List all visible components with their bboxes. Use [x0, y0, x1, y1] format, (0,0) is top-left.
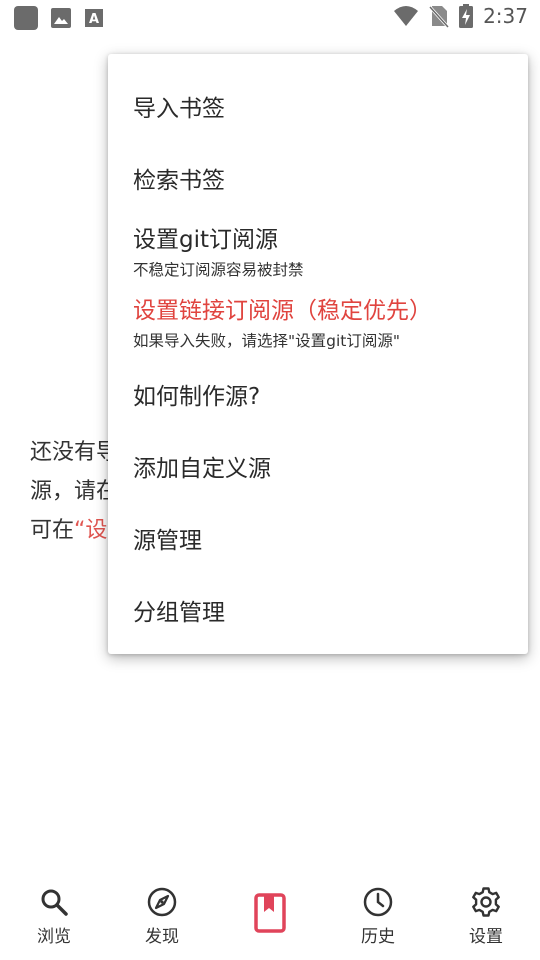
popup-menu: 导入书签 检索书签 设置git订阅源 不稳定订阅源容易被封禁 设置链接订阅源（稳… [108, 54, 528, 654]
svg-text:A: A [89, 12, 99, 27]
settings-link[interactable]: “设 [74, 518, 107, 543]
status-time: 2:37 [483, 4, 528, 28]
bottom-navigation: 浏览 发现 历史 设置 [0, 872, 540, 960]
search-icon [41, 889, 68, 916]
nav-label: 设置 [469, 927, 503, 947]
nav-label: 浏览 [37, 927, 71, 947]
menu-item-import-bookmarks[interactable]: 导入书签 [133, 89, 518, 123]
menu-item-label: 导入书签 [133, 96, 225, 122]
nav-bookmarks[interactable] [230, 892, 310, 938]
menu-item-label: 源管理 [133, 528, 202, 554]
menu-item-label: 分组管理 [133, 600, 225, 626]
menu-item-how-to-make-source[interactable]: 如何制作源? [133, 377, 518, 411]
menu-item-label: 设置git订阅源 [133, 227, 279, 253]
clock-icon [363, 887, 393, 917]
menu-item-group-management[interactable]: 分组管理 [133, 593, 518, 627]
nav-settings[interactable]: 设置 [446, 886, 526, 947]
empty-line-3-prefix: 可在 [30, 518, 75, 543]
menu-item-label: 添加自定义源 [133, 456, 271, 482]
menu-item-sublabel: 不稳定订阅源容易被封禁 [133, 261, 304, 279]
battery-charging-icon [459, 4, 474, 28]
gear-icon [472, 887, 500, 917]
menu-item-add-custom-source[interactable]: 添加自定义源 [133, 449, 518, 483]
nav-browse[interactable]: 浏览 [14, 886, 94, 947]
menu-item-label: 检索书签 [133, 168, 225, 194]
nav-label: 发现 [145, 927, 179, 947]
no-sim-icon [429, 5, 450, 28]
status-right: 2:37 [393, 4, 528, 28]
menu-item-source-management[interactable]: 源管理 [133, 521, 518, 555]
menu-item-label: 设置链接订阅源（稳定优先） [133, 298, 432, 324]
font-icon: A [85, 9, 103, 27]
bookmark-icon [254, 893, 286, 933]
app-square-icon [14, 6, 38, 30]
menu-item-sublabel: 如果导入失败，请选择"设置git订阅源" [133, 332, 400, 350]
menu-item-label: 如何制作源? [133, 384, 261, 410]
nav-label: 历史 [361, 927, 395, 947]
nav-history[interactable]: 历史 [338, 886, 418, 947]
nav-discover[interactable]: 发现 [122, 886, 202, 947]
menu-item-set-git-source[interactable]: 设置git订阅源 不稳定订阅源容易被封禁 [133, 220, 518, 280]
image-icon [51, 8, 71, 28]
menu-item-set-link-source[interactable]: 设置链接订阅源（稳定优先） 如果导入失败，请选择"设置git订阅源" [133, 291, 518, 351]
status-left: A [14, 6, 104, 30]
wifi-icon [394, 6, 419, 26]
compass-icon [147, 887, 177, 917]
status-bar: A 2:37 [0, 0, 540, 36]
menu-item-search-bookmarks[interactable]: 检索书签 [133, 161, 518, 195]
